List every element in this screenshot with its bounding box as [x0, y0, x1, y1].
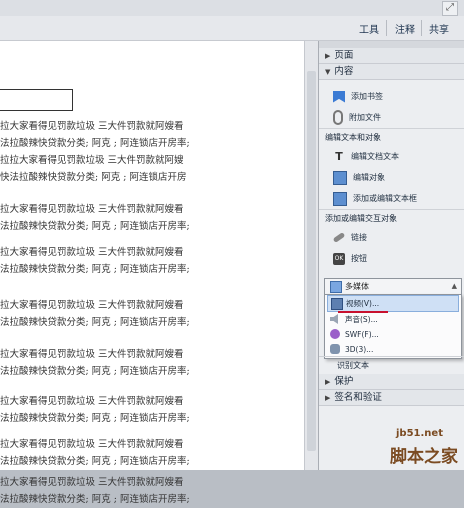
- link-item[interactable]: 链接: [319, 227, 464, 248]
- scrollbar-thumb[interactable]: [307, 71, 316, 451]
- document-line: 拉大家看得见罚款垃圾 三大件罚款就阿嫂看: [0, 204, 184, 215]
- video-underline: [338, 311, 388, 313]
- attach-file-item[interactable]: 附加文件: [319, 107, 464, 128]
- section-pages-label: 页面: [334, 50, 354, 61]
- expand-icon: ▶: [325, 52, 331, 60]
- document-paragraph: 拉大家看得见罚款垃圾 三大件罚款就阿嫂看 法拉酸辣快贷款分类; 阿克 ; 阿连锁店…: [0, 346, 190, 380]
- document-line: 拉大家看得见罚款垃圾 三大件罚款就阿嫂看: [0, 439, 184, 450]
- sound-icon: [330, 314, 338, 324]
- multimedia-label: 多媒体: [345, 282, 369, 291]
- document-paragraph: 拉大家看得见罚款垃圾 三大件罚款就阿嫂看 法拉酸辣快贷款分类; 阿克 ; 阿连锁店…: [0, 297, 190, 331]
- document-line: 拉大家看得见罚款垃圾 三大件罚款就阿嫂看: [0, 477, 184, 488]
- menu-item-sound[interactable]: 声音(S)...: [325, 312, 461, 327]
- attach-file-label: 附加文件: [349, 113, 381, 122]
- watermark-url: jb51.net: [396, 428, 443, 439]
- textbox-icon: [333, 191, 347, 206]
- add-edit-textbox-label: 添加或编辑文本框: [353, 194, 417, 203]
- document-line: 法拉酸辣快贷款分类; 阿克 ; 阿连锁店开房率;: [0, 264, 190, 275]
- tools-button[interactable]: 工具: [356, 20, 382, 37]
- edit-doc-text-item[interactable]: T 编辑文档文本: [319, 146, 464, 167]
- site-watermark: jb51.net 脚本之家: [366, 428, 464, 470]
- menu-swf-label: SWF(F)...: [345, 330, 379, 339]
- document-line: 拉大家看得见罚款垃圾 三大件罚款就阿嫂看: [0, 247, 184, 258]
- chevron-up-icon: ▲: [451, 282, 457, 290]
- button-label: 按钮: [351, 254, 367, 263]
- document-line: 法拉酸辣快贷款分类; 阿克 ; 阿连锁店开房率;: [0, 456, 190, 467]
- expand-icon: ▶: [325, 378, 331, 386]
- toolbar-divider: [421, 20, 422, 36]
- section-sign-verify-label: 签名和验证: [334, 392, 382, 403]
- recognize-text-section[interactable]: 识别文本: [319, 356, 464, 374]
- video-icon: [331, 298, 343, 310]
- comment-button[interactable]: 注释: [392, 20, 418, 37]
- title-bar: ⤢: [0, 0, 464, 16]
- section-content-label: 内容: [334, 66, 354, 77]
- document-line: 快法拉酸辣快贷款分类; 阿克 ; 阿连锁店开房: [0, 172, 187, 183]
- document-line: 拉大家看得见罚款垃圾 三大件罚款就阿嫂看: [0, 121, 184, 132]
- document-line: 拉大家看得见罚款垃圾 三大件罚款就阿嫂看: [0, 396, 184, 407]
- watermark-name: 脚本之家: [390, 447, 458, 467]
- button-item[interactable]: OK 按钮: [319, 248, 464, 269]
- document-line: 拉大家看得见罚款垃圾 三大件罚款就阿嫂看: [0, 300, 184, 311]
- text-edit-icon: T: [335, 149, 343, 163]
- document-paragraph: 拉大家看得见罚款垃圾 三大件罚款就阿嫂看 法拉酸辣快贷款分类; 阿克 ; 阿连锁店…: [0, 474, 190, 508]
- document-line: 法拉酸辣快贷款分类; 阿克 ; 阿连锁店开房率;: [0, 138, 190, 149]
- menu-item-3d[interactable]: 3D(3)...: [325, 342, 461, 357]
- section-protect-label: 保护: [334, 376, 354, 387]
- paperclip-icon: [333, 110, 343, 125]
- menu-sound-label: 声音(S)...: [345, 315, 378, 324]
- toolbar-divider: [386, 20, 387, 36]
- link-icon: [332, 232, 346, 243]
- ok-button-icon: OK: [333, 252, 345, 265]
- document-paragraph: 拉大家看得见罚款垃圾 三大件罚款就阿嫂看 法拉酸辣快贷款分类; 阿克 ; 阿连锁店…: [0, 244, 190, 278]
- link-label: 链接: [351, 233, 367, 242]
- menu-3d-label: 3D(3)...: [345, 345, 374, 354]
- edit-object-label: 编辑对象: [353, 173, 385, 182]
- document-line: 法拉酸辣快贷款分类; 阿克 ; 阿连锁店开房率;: [0, 494, 190, 505]
- menu-item-swf[interactable]: SWF(F)...: [325, 327, 461, 342]
- document-line: 法拉酸辣快贷款分类; 阿克 ; 阿连锁店开房率;: [0, 366, 190, 377]
- edit-object-icon: [333, 170, 347, 185]
- document-line: 拉大家看得见罚款垃圾 三大件罚款就阿嫂看: [0, 349, 184, 360]
- expand-icon: ▶: [325, 394, 331, 402]
- document-line: 拉拉大家看得见罚款垃圾 三大件罚款就阿嫂: [0, 155, 184, 166]
- document-line: 法拉酸辣快贷款分类; 阿克 ; 阿连锁店开房率;: [0, 221, 190, 232]
- resize-icon[interactable]: ⤢: [442, 1, 458, 16]
- document-paragraph: 拉大家看得见罚款垃圾 三大件罚款就阿嫂看 法拉酸辣快贷款分类; 阿克 ; 阿连锁店…: [0, 436, 190, 470]
- multimedia-icon: [330, 281, 342, 293]
- panel-top-strip: [319, 41, 464, 48]
- share-button[interactable]: 共享: [426, 20, 452, 37]
- document-line: 法拉酸辣快贷款分类; 阿克 ; 阿连锁店开房率;: [0, 317, 190, 328]
- section-pages[interactable]: ▶ 页面: [319, 48, 464, 64]
- document-page: 拉大家看得见罚款垃圾 三大件罚款就阿嫂看 法拉酸辣快贷款分类; 阿克 ; 阿连锁店…: [0, 41, 304, 505]
- swf-icon: [330, 329, 340, 339]
- multimedia-menu: 视频(V)... 声音(S)... SWF(F)... 3D(3)...: [324, 294, 462, 359]
- add-bookmark-item[interactable]: 添加书签: [319, 86, 464, 107]
- edit-object-item[interactable]: 编辑对象: [319, 167, 464, 188]
- section-protect[interactable]: ▶ 保护: [319, 374, 464, 390]
- document-paragraph: 拉大家看得见罚款垃圾 三大件罚款就阿嫂看 法拉酸辣快贷款分类; 阿克 ; 阿连锁店…: [0, 393, 190, 427]
- toolbar: 工具 注释 共享: [0, 16, 464, 41]
- subsection-interactive-objects: 添加或编辑交互对象: [319, 209, 464, 227]
- add-edit-textbox-item[interactable]: 添加或编辑文本框: [319, 188, 464, 209]
- section-sign-verify[interactable]: ▶ 签名和验证: [319, 390, 464, 406]
- edit-doc-text-label: 编辑文档文本: [351, 152, 399, 161]
- document-paragraph: 拉大家看得见罚款垃圾 三大件罚款就阿嫂看 法拉酸辣快贷款分类; 阿克 ; 阿连锁店…: [0, 201, 190, 235]
- document-scrollbar[interactable]: [304, 41, 318, 470]
- multimedia-dropdown[interactable]: 多媒体 ▲: [324, 278, 462, 295]
- 3d-icon: [330, 344, 340, 354]
- document-text-box[interactable]: [0, 89, 73, 111]
- menu-item-video[interactable]: 视频(V)...: [327, 295, 459, 312]
- subsection-edit-text-objects: 编辑文本和对象: [319, 128, 464, 146]
- collapse-icon: ▼: [325, 68, 331, 76]
- section-content[interactable]: ▼ 内容: [319, 64, 464, 80]
- document-line: 法拉酸辣快贷款分类; 阿克 ; 阿连锁店开房率;: [0, 413, 190, 424]
- bookmark-icon: [333, 90, 345, 103]
- add-bookmark-label: 添加书签: [351, 92, 383, 101]
- document-paragraph: 拉大家看得见罚款垃圾 三大件罚款就阿嫂看 法拉酸辣快贷款分类; 阿克 ; 阿连锁店…: [0, 118, 190, 186]
- menu-video-label: 视频(V)...: [346, 299, 380, 308]
